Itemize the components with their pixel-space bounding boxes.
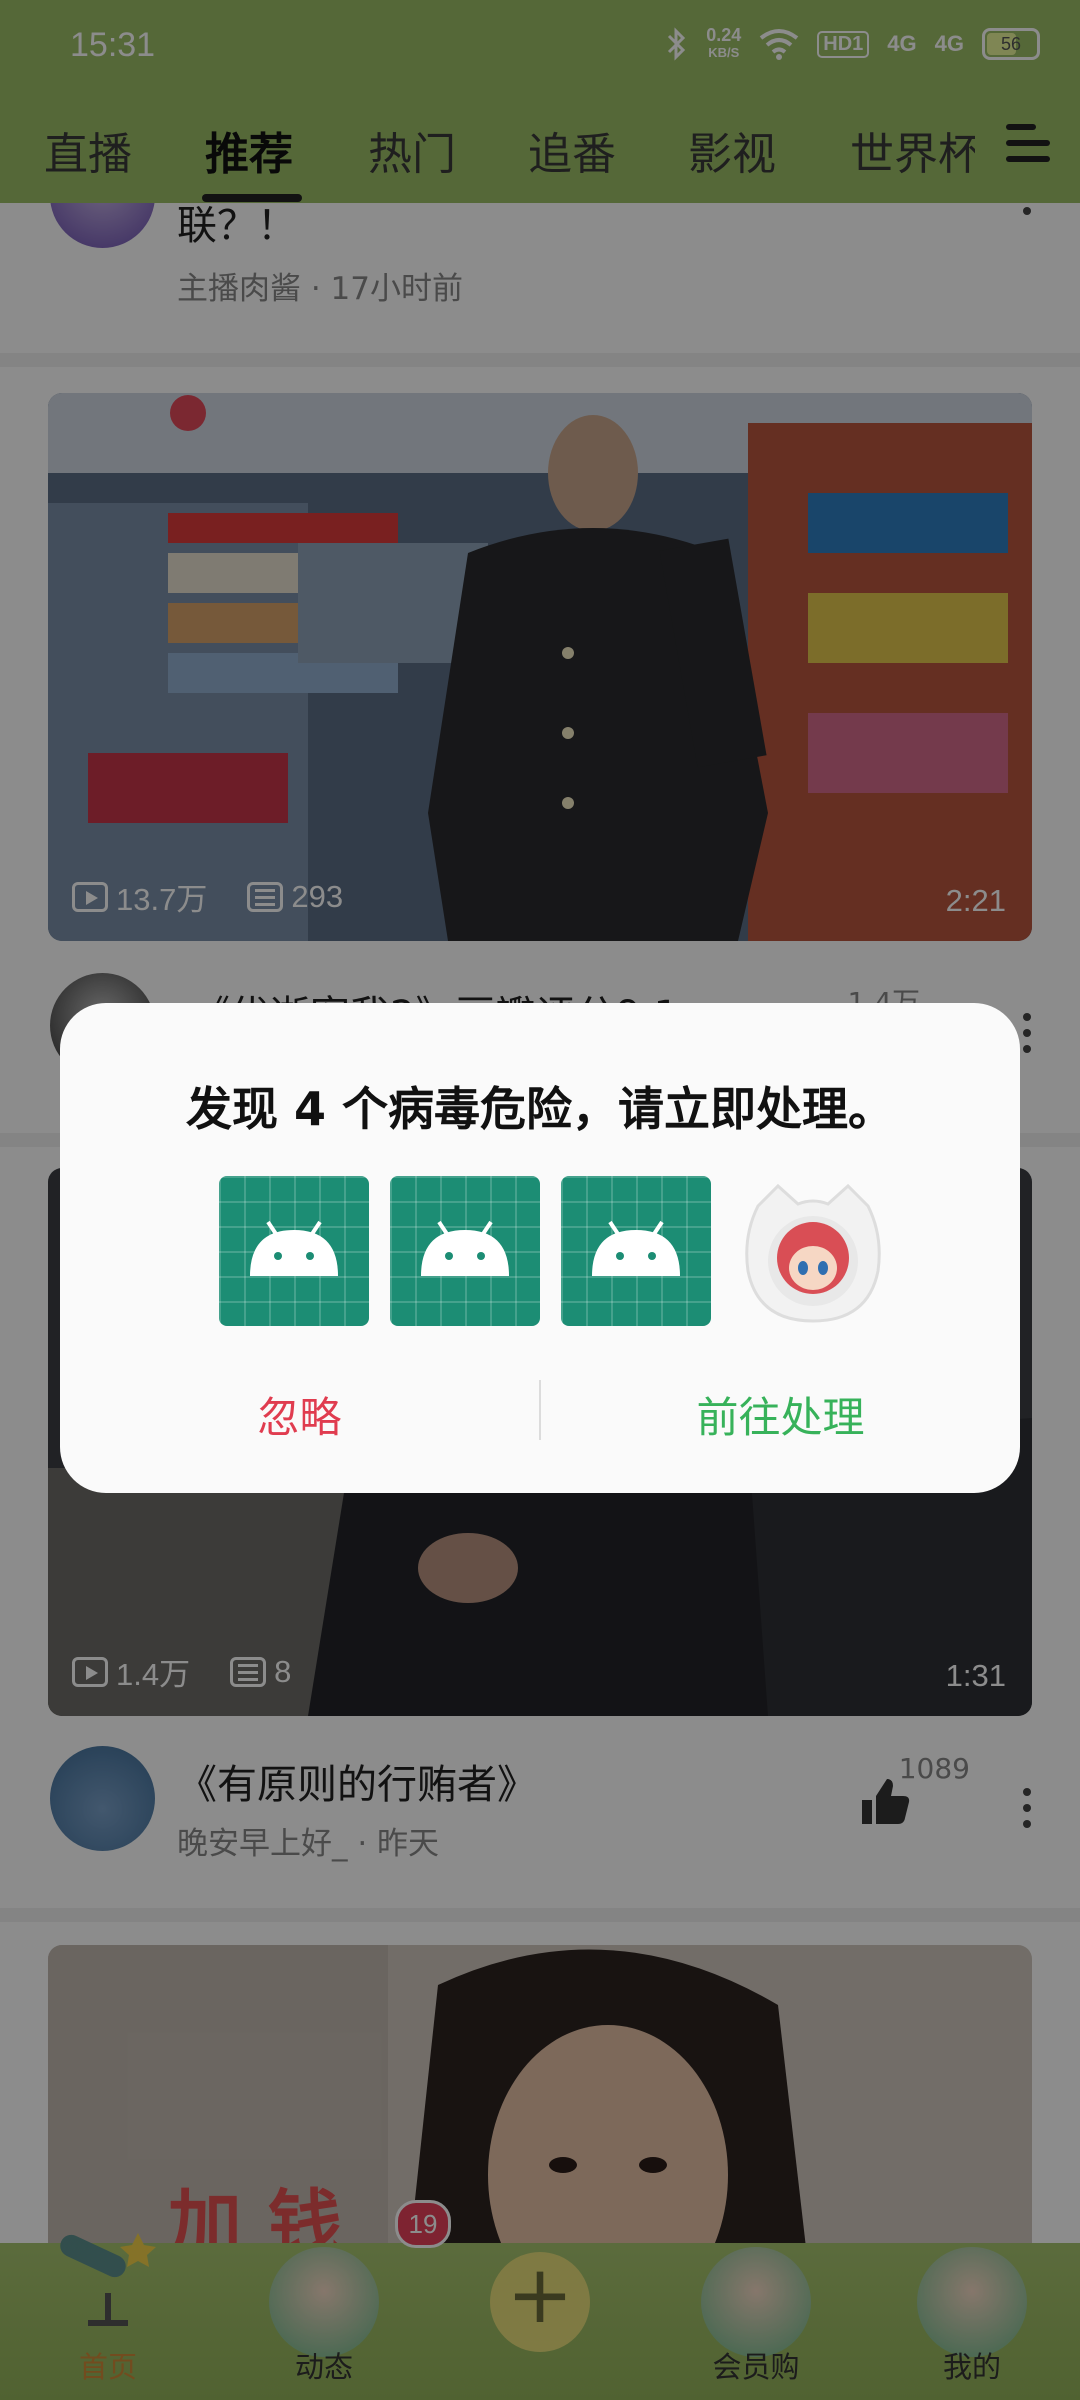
virus-warning-dialog: 发现 4 个病毒危险，请立即处理。 忽略 前往处理 [60, 1003, 1020, 1493]
ignore-button[interactable]: 忽略 [60, 1373, 539, 1463]
android-app-icon [219, 1176, 369, 1326]
android-app-icon [390, 1176, 540, 1326]
dialog-title: 发现 4 个病毒危险，请立即处理。 [185, 1082, 895, 1136]
anime-cat-app-icon [745, 1183, 881, 1323]
android-app-icon [561, 1176, 711, 1326]
handle-now-button[interactable]: 前往处理 [541, 1373, 1020, 1463]
